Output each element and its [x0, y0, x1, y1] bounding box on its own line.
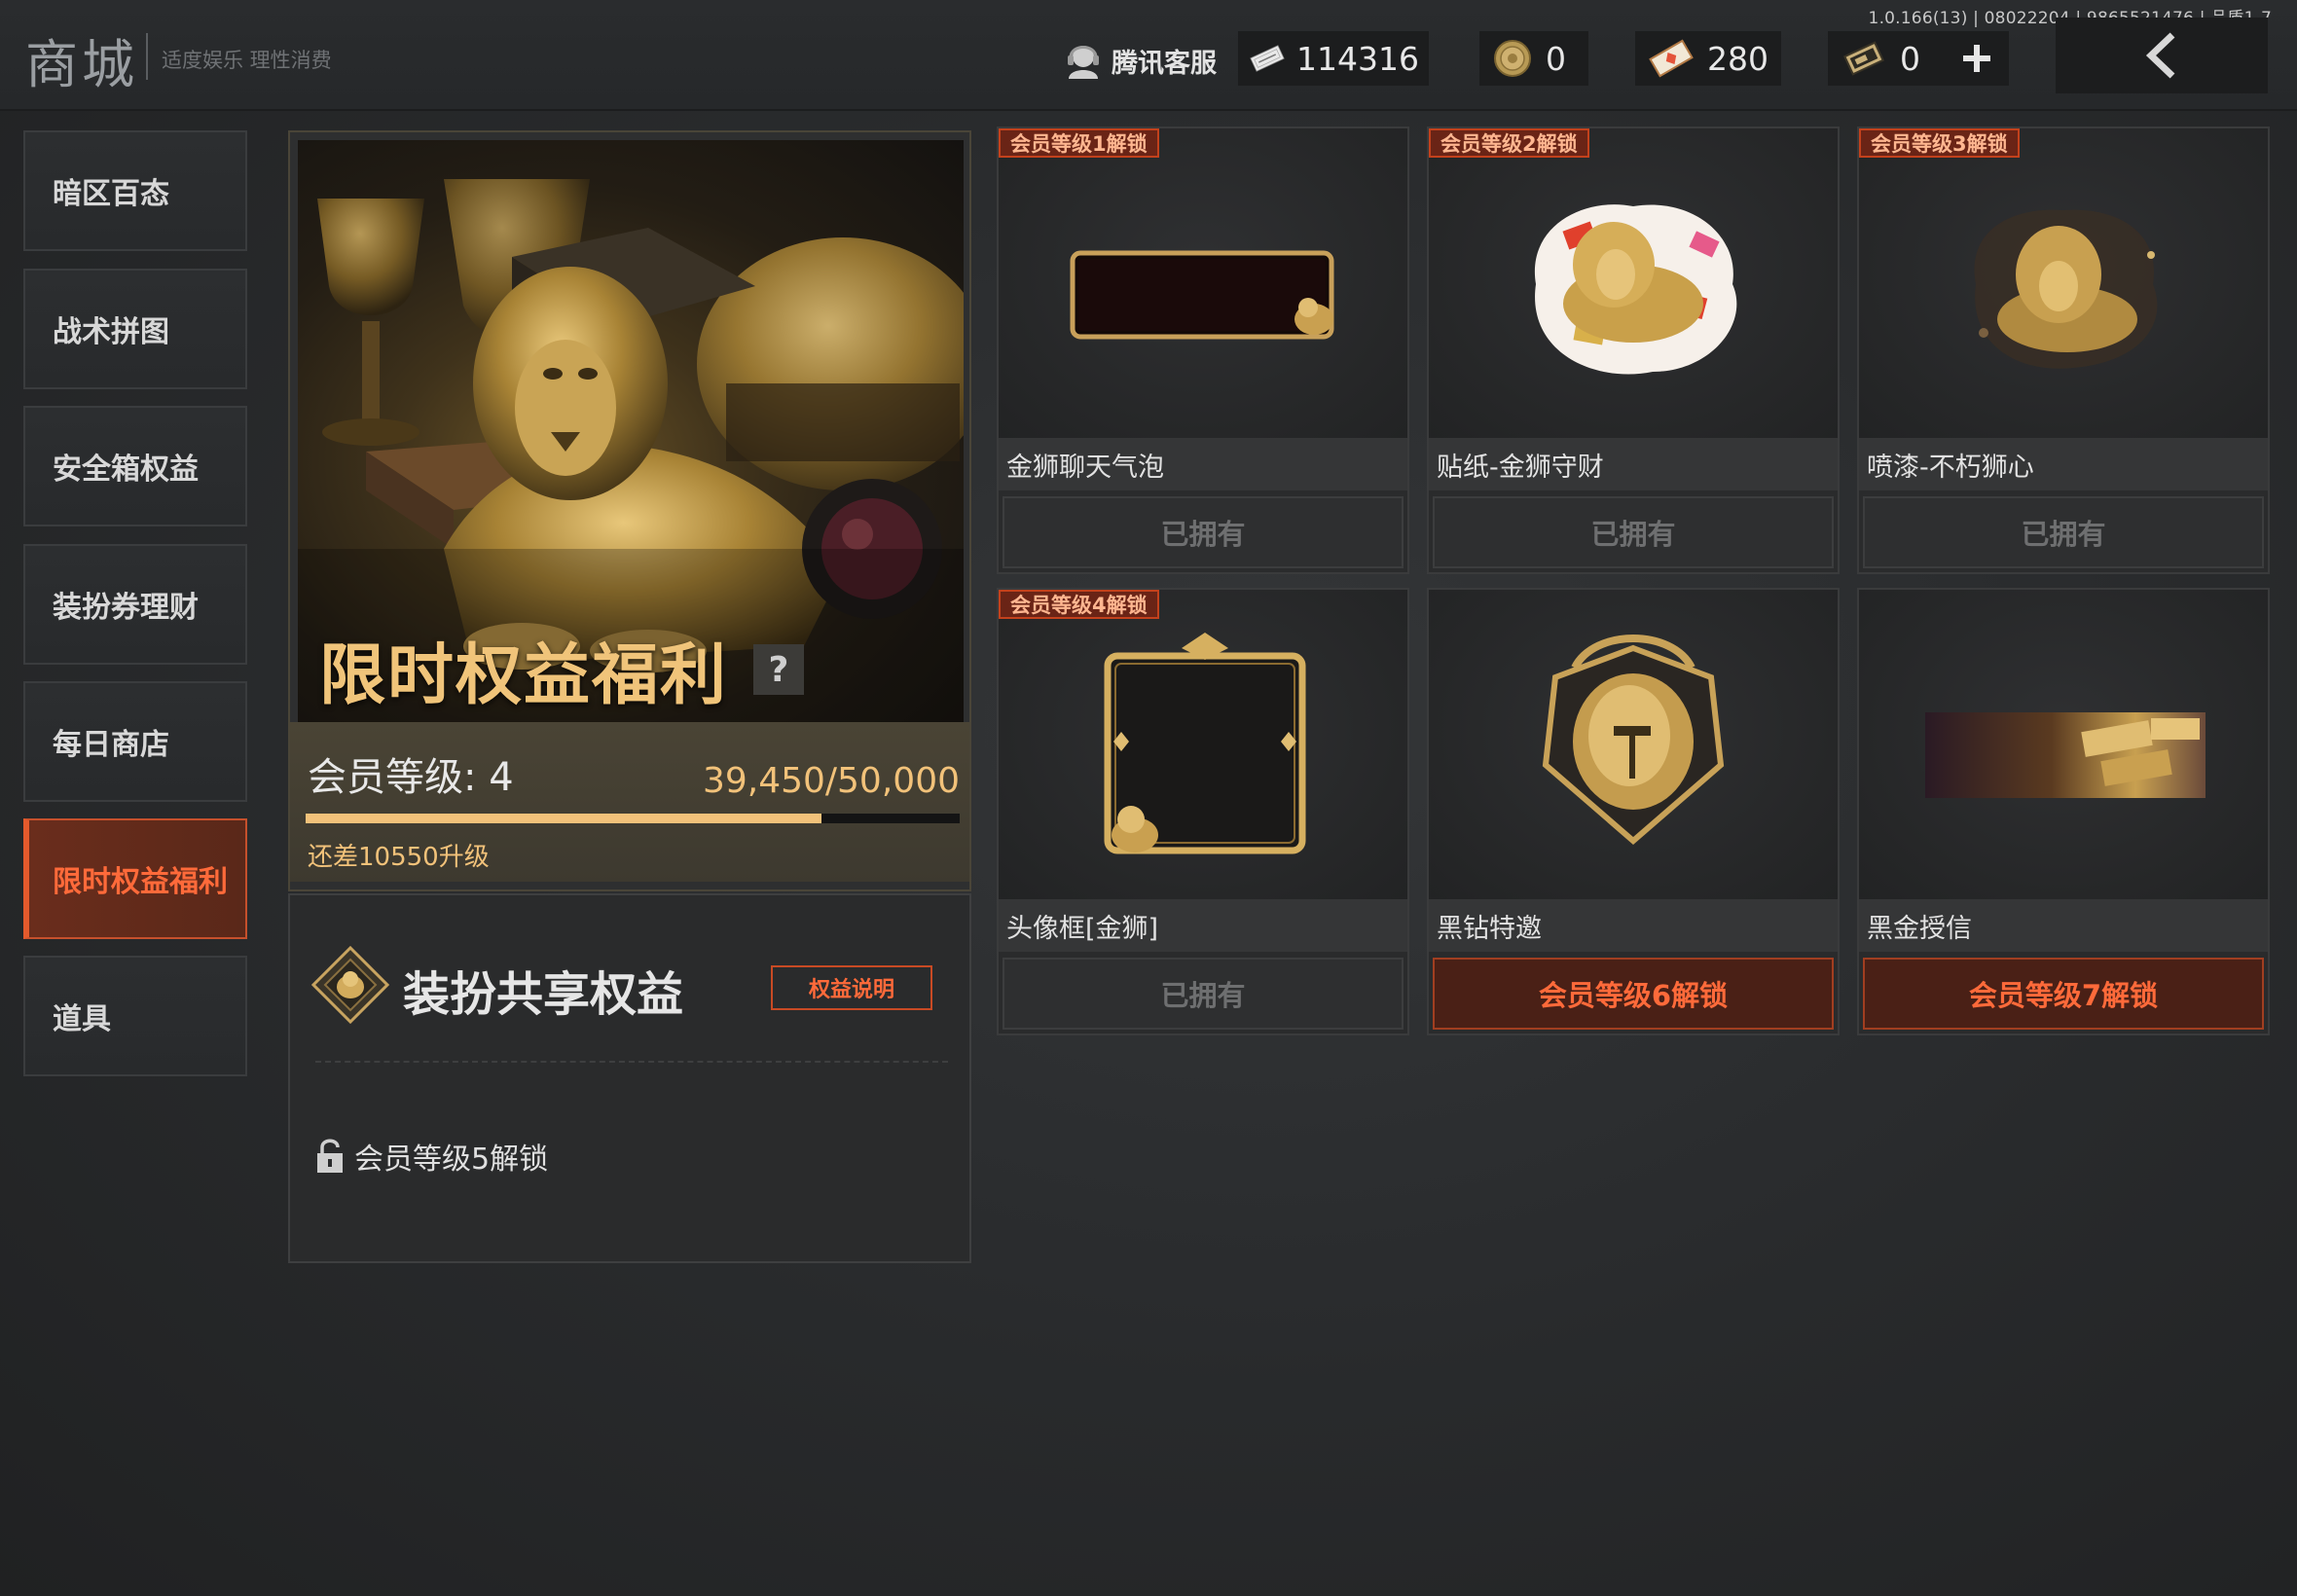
- card-name: 黑金授信: [1859, 899, 2268, 952]
- currency-value: 0: [1546, 39, 1566, 78]
- reward-card-black-diamond[interactable]: 黑钻特邀 会员等级6解锁: [1427, 588, 1840, 1035]
- sidebar-item-label: 装扮券理财: [53, 591, 199, 625]
- feature-title: 限时权益福利: [319, 637, 729, 714]
- currency-coin[interactable]: 0: [1479, 31, 1588, 86]
- sidebar-item-label: 每日商店: [53, 728, 169, 762]
- sidebar-item-tactical-puzzle[interactable]: 战术拼图: [23, 269, 247, 389]
- unlock-badge: 会员等级4解锁: [999, 590, 1159, 619]
- reward-card-black-gold[interactable]: 黑金授信 会员等级7解锁: [1857, 588, 2270, 1035]
- lock-requirement-label: 会员等级5解锁: [354, 1143, 549, 1177]
- sidebar-item-label: 暗区百态: [53, 177, 169, 211]
- lock-icon: [317, 1139, 343, 1173]
- level-progress-bar: [306, 814, 960, 823]
- sidebar-item-label: 安全箱权益: [53, 453, 199, 487]
- diamond-voucher-icon: [1649, 39, 1694, 78]
- card-art: [1859, 590, 2268, 899]
- card-art: [1859, 128, 2268, 438]
- currency-voucher[interactable]: 280: [1635, 31, 1781, 86]
- owned-status: 已拥有: [1003, 496, 1404, 568]
- sidebar-item-label: 道具: [53, 1002, 111, 1036]
- owned-status: 已拥有: [1863, 496, 2264, 568]
- unlock-requirement-button[interactable]: 会员等级7解锁: [1863, 958, 2264, 1030]
- card-name: 黑钻特邀: [1429, 899, 1838, 952]
- lion-sticker-icon: [1534, 204, 1737, 375]
- member-level-box: 会员等级: 4 39,450/50,000 还差10550升级: [290, 722, 969, 882]
- diamond-lion-icon: [311, 946, 389, 1024]
- title-divider: [146, 33, 148, 80]
- shared-benefits-panel: 装扮共享权益 权益说明 会员等级5解锁: [288, 893, 971, 1263]
- card-art: [999, 590, 1407, 899]
- sidebar-item-label: 限时权益福利: [53, 865, 228, 899]
- sidebar-item-label: 战术拼图: [53, 315, 169, 349]
- currency-value: 280: [1707, 39, 1768, 78]
- customer-service-label: 腾讯客服: [1112, 48, 1217, 79]
- sidebar-item-voucher-finance[interactable]: 装扮券理财: [23, 544, 247, 665]
- reward-card-avatar-frame[interactable]: 会员等级4解锁 头像框[金狮] 已拥有: [997, 588, 1409, 1035]
- back-button[interactable]: [2056, 18, 2268, 93]
- headset-icon: [1068, 46, 1099, 79]
- currency-value: 0: [1900, 39, 1920, 78]
- reward-card-sticker[interactable]: 会员等级2解锁 贴纸-金狮守财 已拥有: [1427, 127, 1840, 574]
- lock-requirement: 会员等级5解锁: [315, 1135, 548, 1178]
- owned-status: 已拥有: [1433, 496, 1834, 568]
- reward-card-spray[interactable]: 会员等级3解锁 喷漆-不朽狮心 已拥有: [1857, 127, 2270, 574]
- currency-ticket[interactable]: 114316: [1238, 31, 1429, 86]
- lion-spray-icon: [1974, 209, 2158, 369]
- knight-helmet-emblem-icon: [1542, 635, 1725, 845]
- card-name: 金狮聊天气泡: [999, 438, 1407, 490]
- member-level-label: 会员等级: 4: [308, 755, 514, 800]
- help-button[interactable]: ?: [753, 644, 804, 695]
- top-bar: 1.0.166(13) | 08022204 | 9865521476 | 品质…: [0, 0, 2297, 111]
- unlock-badge: 会员等级1解锁: [999, 128, 1159, 158]
- divider: [315, 1061, 948, 1063]
- upgrade-hint: 还差10550升级: [308, 843, 490, 872]
- card-name: 头像框[金狮]: [999, 899, 1407, 952]
- unlock-badge: 会员等级2解锁: [1429, 128, 1589, 158]
- unlock-badge: 会员等级3解锁: [1859, 128, 2020, 158]
- sidebar-item-dark-zone[interactable]: 暗区百态: [23, 130, 247, 251]
- add-currency-button[interactable]: [1951, 33, 2003, 84]
- chevron-left-icon: [2145, 32, 2175, 79]
- level-progress-text: 39,450/50,000: [702, 761, 960, 801]
- reward-card-chat-bubble[interactable]: 会员等级1解锁 金狮聊天气泡 已拥有: [997, 127, 1409, 574]
- ticket-icon: [1250, 45, 1285, 72]
- gold-bar-banner-icon: [1925, 712, 2206, 798]
- card-art: [999, 128, 1407, 438]
- avatar-frame-icon: [1104, 633, 1306, 854]
- owned-status: 已拥有: [1003, 958, 1404, 1030]
- page-subtitle: 适度娱乐 理性消费: [162, 49, 332, 72]
- sidebar-item-daily-shop[interactable]: 每日商店: [23, 681, 247, 802]
- coin-icon: [1494, 40, 1531, 77]
- card-art: [1429, 128, 1838, 438]
- card-name: 喷漆-不朽狮心: [1859, 438, 2268, 490]
- shared-benefits-title: 装扮共享权益: [403, 967, 684, 1022]
- page-title: 商城: [25, 34, 138, 95]
- card-name: 贴纸-金狮守财: [1429, 438, 1838, 490]
- card-art: [1429, 590, 1838, 899]
- chat-bubble-icon: [1070, 250, 1334, 340]
- benefit-info-button[interactable]: 权益说明: [771, 965, 932, 1010]
- unlock-requirement-button[interactable]: 会员等级6解锁: [1433, 958, 1834, 1030]
- sidebar-item-items[interactable]: 道具: [23, 956, 247, 1076]
- customer-service-button[interactable]: 腾讯客服: [1063, 39, 1217, 82]
- gold-card-icon: [1843, 41, 1884, 76]
- feature-panel: 限时权益福利 ? 会员等级: 4 39,450/50,000 还差10550升级: [288, 130, 971, 891]
- currency-value: 114316: [1296, 39, 1419, 78]
- sidebar-item-safe-box[interactable]: 安全箱权益: [23, 406, 247, 526]
- plus-icon: [1963, 45, 1990, 72]
- level-progress-fill: [306, 814, 822, 823]
- sidebar-item-limited-benefits[interactable]: 限时权益福利: [23, 818, 247, 939]
